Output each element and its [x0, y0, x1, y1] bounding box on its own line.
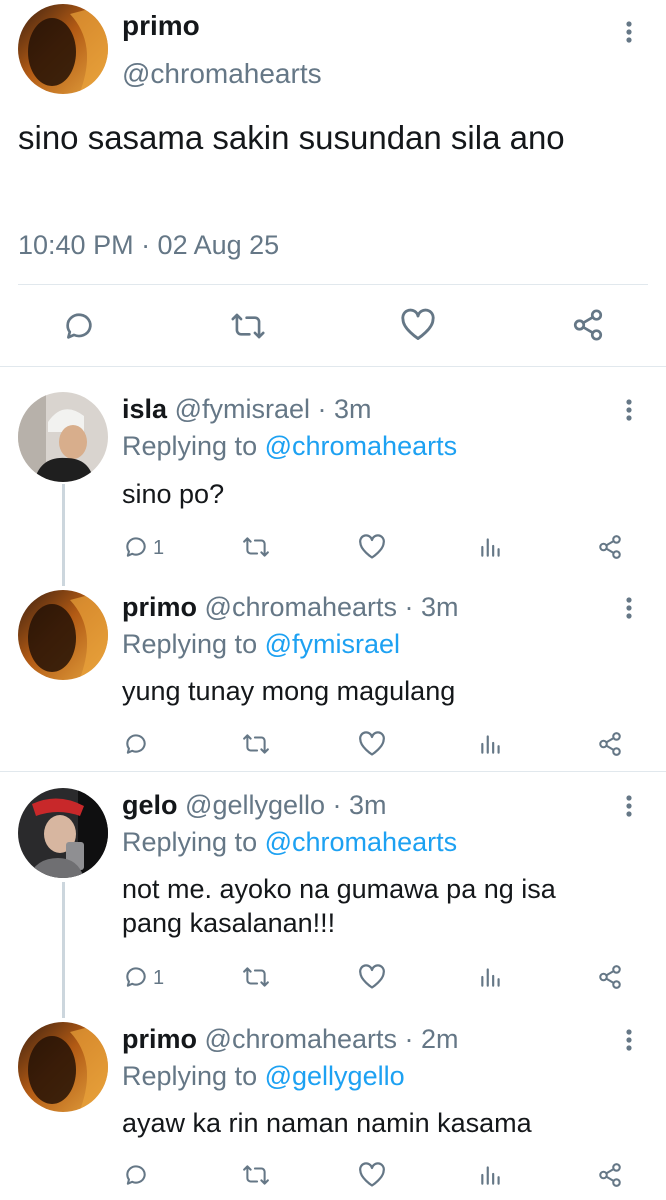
avatar[interactable]	[18, 4, 108, 94]
comment-icon[interactable]	[122, 731, 150, 757]
replying-to-link[interactable]: @fymisrael	[265, 629, 400, 659]
analytics-icon[interactable]	[478, 1162, 504, 1188]
retweet-icon[interactable]	[242, 731, 270, 757]
comment-icon[interactable]	[122, 964, 150, 990]
reply-text: ayaw ka rin naman namin kasama	[122, 1108, 532, 1138]
replying-to: Replying to @gellygello	[122, 1061, 405, 1092]
reply-time: · 2m	[404, 1024, 459, 1054]
replying-to-label: Replying to	[122, 1061, 258, 1091]
more-options-icon[interactable]	[617, 596, 641, 620]
share-icon[interactable]	[596, 964, 624, 990]
divider	[0, 771, 666, 772]
like-icon[interactable]	[358, 731, 386, 757]
replying-to: Replying to @fymisrael	[122, 629, 400, 660]
replying-to-link[interactable]: @gellygello	[265, 1061, 405, 1091]
avatar[interactable]	[18, 788, 108, 878]
share-icon[interactable]	[596, 731, 624, 757]
reply-time: · 3m	[332, 790, 387, 820]
retweet-icon[interactable]	[230, 309, 266, 343]
replying-to-label: Replying to	[122, 827, 258, 857]
author-handle[interactable]: @gellygello	[185, 790, 325, 820]
replying-to: Replying to @chromahearts	[122, 431, 457, 462]
analytics-icon[interactable]	[478, 534, 504, 560]
retweet-icon[interactable]	[242, 964, 270, 990]
reply-header: primo @chromahearts · 3m	[122, 592, 459, 623]
author-handle[interactable]: @fymisrael	[175, 394, 310, 424]
author-handle[interactable]: @chromahearts	[205, 592, 397, 622]
avatar[interactable]	[18, 590, 108, 680]
author-name[interactable]: primo	[122, 10, 200, 42]
author-handle[interactable]: @chromahearts	[122, 58, 322, 90]
reply-time: · 3m	[317, 394, 372, 424]
reply-count: 1	[153, 967, 165, 989]
retweet-icon[interactable]	[242, 1162, 270, 1188]
reply-header: isla @fymisrael · 3m	[122, 394, 372, 425]
tweet-text: sino sasama sakin susundan sila ano	[18, 119, 565, 156]
reply-text: not me. ayoko na gumawa pa ng isa pang k…	[122, 874, 556, 938]
tweet-timestamp[interactable]: 10:40 PM · 02 Aug 25	[18, 230, 279, 261]
author-name[interactable]: gelo	[122, 790, 178, 820]
more-options-icon[interactable]	[617, 398, 641, 422]
like-icon[interactable]	[358, 1162, 386, 1188]
author-name[interactable]: primo	[122, 592, 197, 622]
thread-line	[62, 484, 65, 586]
retweet-icon[interactable]	[242, 534, 270, 560]
reply-text: sino po?	[122, 479, 225, 509]
reply-time: · 3m	[404, 592, 459, 622]
divider	[0, 366, 666, 367]
replying-to: Replying to @chromahearts	[122, 827, 457, 858]
comment-icon[interactable]	[62, 309, 96, 343]
share-icon[interactable]	[596, 1162, 624, 1188]
reply-header: primo @chromahearts · 2m	[122, 1024, 459, 1055]
like-icon[interactable]	[358, 534, 386, 560]
replying-to-label: Replying to	[122, 431, 258, 461]
reply-text: yung tunay mong magulang	[122, 676, 456, 706]
like-icon[interactable]	[358, 964, 386, 990]
comment-icon[interactable]	[122, 534, 150, 560]
author-name[interactable]: isla	[122, 394, 167, 424]
author-handle[interactable]: @chromahearts	[205, 1024, 397, 1054]
thread-line	[62, 882, 65, 1018]
analytics-icon[interactable]	[478, 964, 504, 990]
more-options-icon[interactable]	[617, 1028, 641, 1052]
share-icon[interactable]	[596, 534, 624, 560]
reply-header: gelo @gellygello · 3m	[122, 790, 387, 821]
avatar[interactable]	[18, 1022, 108, 1112]
comment-icon[interactable]	[122, 1162, 150, 1188]
analytics-icon[interactable]	[478, 731, 504, 757]
replying-to-label: Replying to	[122, 629, 258, 659]
more-options-icon[interactable]	[617, 20, 641, 44]
more-options-icon[interactable]	[617, 794, 641, 818]
divider	[18, 284, 648, 285]
like-icon[interactable]	[400, 308, 436, 342]
author-name[interactable]: primo	[122, 1024, 197, 1054]
replying-to-link[interactable]: @chromahearts	[265, 827, 457, 857]
reply-count: 1	[153, 537, 165, 559]
replying-to-link[interactable]: @chromahearts	[265, 431, 457, 461]
avatar[interactable]	[18, 392, 108, 482]
share-icon[interactable]	[570, 308, 606, 342]
